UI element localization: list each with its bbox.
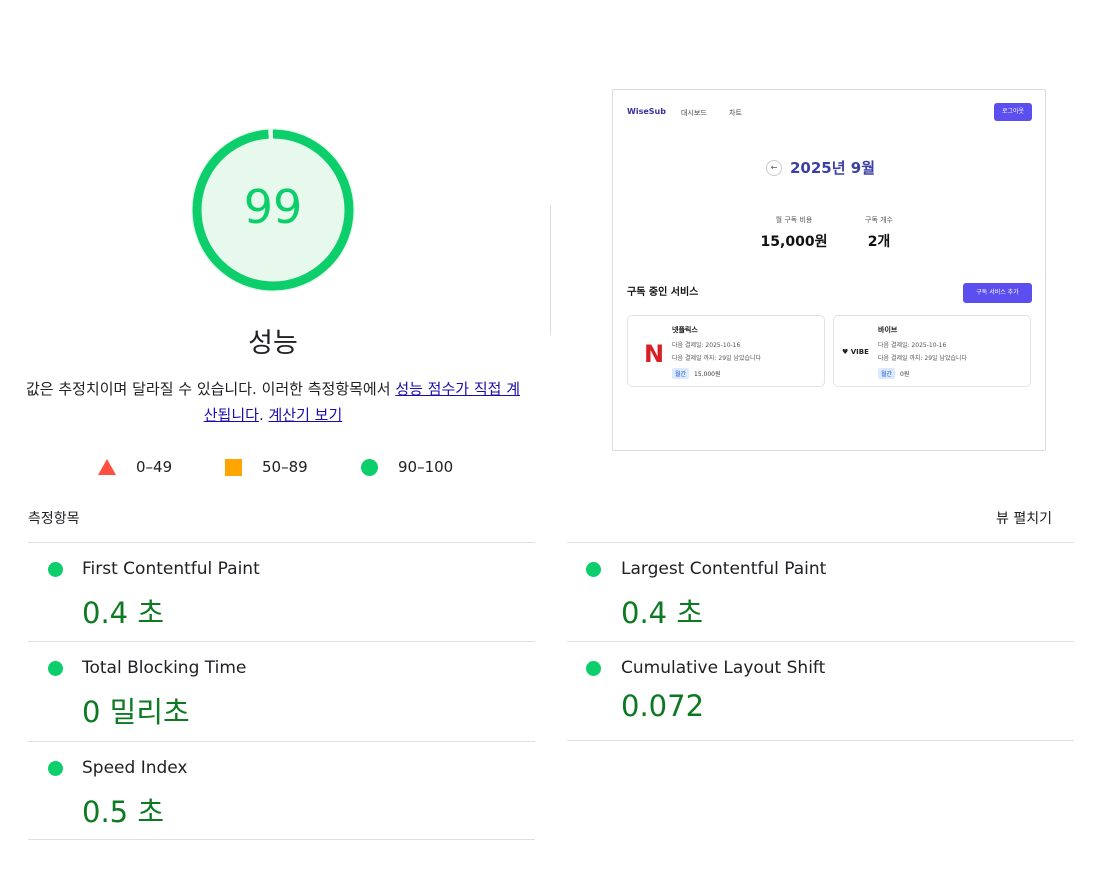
- metric-value-lcp: 0.4 초: [621, 596, 704, 630]
- pass-circle-icon: [48, 562, 63, 577]
- pass-circle-icon: [48, 661, 63, 676]
- monthly-cost-label: 월 구독 비용: [775, 216, 813, 224]
- metric-value-si: 0.5 초: [82, 795, 165, 829]
- subscriptions-section-title: 구독 중인 서비스: [627, 287, 699, 298]
- subscription-count-label: 구독 개수: [865, 216, 893, 224]
- subscription-card: N 넷플릭스 다음 결제일: 2025-10-16 다음 결제일 까지: 29일…: [627, 315, 825, 387]
- divider: [28, 542, 535, 543]
- metric-title-fcp: First Contentful Paint: [82, 559, 260, 579]
- legend-fail: 0–49: [98, 456, 172, 478]
- divider: [567, 740, 1074, 741]
- metrics-header: 측정항목: [28, 511, 80, 527]
- expand-view-toggle[interactable]: 뷰 펼치기: [996, 508, 1052, 528]
- metric-title-si: Speed Index: [82, 758, 188, 778]
- subscription-card: ♥ VIBE 바이브 다음 결제일: 2025-10-16 다음 결제일 까지:…: [833, 315, 1031, 387]
- subscription-count-value: 2개: [867, 234, 891, 250]
- days-remaining: 다음 결제일 까지: 29일 남았습니다: [878, 355, 968, 362]
- service-name: 넷플릭스: [672, 326, 698, 334]
- triangle-icon: [98, 459, 116, 475]
- metric-value-cls: 0.072: [621, 689, 705, 723]
- legend-pass-range: 90–100: [398, 458, 454, 476]
- divider: [28, 741, 535, 742]
- add-subscription-button: 구독 서비스 추가: [963, 283, 1032, 303]
- back-arrow-icon: ←: [766, 160, 782, 176]
- description-text: 값은 추정치이며 달라질 수 있습니다. 이러한 측정항목에서: [25, 380, 396, 398]
- performance-score-gauge: 99: [191, 128, 355, 292]
- divider: [567, 641, 1074, 642]
- divider: [567, 542, 1074, 543]
- score-title: 성능: [248, 328, 298, 359]
- pass-circle-icon: [586, 661, 601, 676]
- monthly-cost-value: 15,000원: [760, 234, 828, 250]
- square-icon: [225, 458, 242, 476]
- legend-average: 50–89: [225, 456, 308, 478]
- service-price: 0원: [900, 371, 910, 378]
- calculator-link[interactable]: 계산기 보기: [268, 406, 342, 424]
- legend-pass: 90–100: [361, 456, 453, 478]
- final-screenshot: WiseSub 대시보드 차트 로그아웃 ← 2025년 9월 월 구독 비용 …: [612, 89, 1046, 451]
- month-title: 2025년 9월: [790, 159, 876, 177]
- pass-circle-icon: [48, 761, 63, 776]
- next-payment: 다음 결제일: 2025-10-16: [878, 342, 947, 349]
- billing-cycle-badge: 월간: [672, 368, 690, 379]
- divider: [28, 641, 535, 642]
- netflix-logo-icon: N: [644, 340, 665, 368]
- metric-title-tbt: Total Blocking Time: [82, 658, 247, 678]
- circle-icon: [361, 458, 378, 476]
- pass-circle-icon: [586, 562, 601, 577]
- score-value: 99: [243, 180, 303, 234]
- billing-cycle-badge: 월간: [878, 368, 896, 379]
- days-remaining: 다음 결제일 까지: 29일 남았습니다: [672, 355, 762, 362]
- vibe-logo-icon: ♥ VIBE: [842, 348, 869, 356]
- next-payment: 다음 결제일: 2025-10-16: [672, 342, 741, 349]
- app-logo: WiseSub: [627, 107, 666, 116]
- metric-title-cls: Cumulative Layout Shift: [621, 658, 826, 678]
- service-price: 15,000원: [694, 371, 721, 378]
- metric-title-lcp: Largest Contentful Paint: [621, 559, 827, 579]
- nav-dashboard: 대시보드: [681, 109, 707, 117]
- metric-value-fcp: 0.4 초: [82, 596, 165, 630]
- nav-chart: 차트: [729, 109, 742, 117]
- service-name: 바이브: [878, 326, 898, 334]
- divider: [28, 839, 535, 840]
- logout-button: 로그아웃: [994, 103, 1032, 121]
- metric-value-tbt: 0 밀리초: [82, 695, 190, 729]
- legend-fail-range: 0–49: [136, 458, 173, 476]
- legend-average-range: 50–89: [262, 458, 308, 476]
- score-description: 값은 추정치이며 달라질 수 있습니다. 이러한 측정항목에서 성능 점수가 직…: [20, 376, 526, 428]
- vertical-divider: [550, 205, 551, 335]
